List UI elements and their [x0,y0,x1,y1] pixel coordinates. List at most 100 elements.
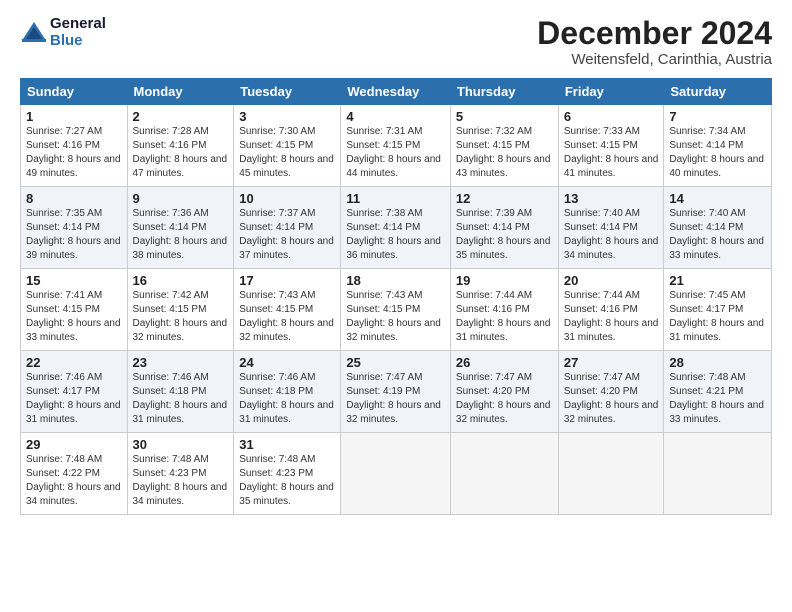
table-row: 19 Sunrise: 7:44 AM Sunset: 4:16 PM Dayl… [450,269,558,351]
day-number: 12 [456,191,553,206]
day-info: Sunrise: 7:45 AM Sunset: 4:17 PM Dayligh… [669,289,766,345]
table-row: 21 Sunrise: 7:45 AM Sunset: 4:17 PM Dayl… [664,269,772,351]
table-row: 9 Sunrise: 7:36 AM Sunset: 4:14 PM Dayli… [127,187,234,269]
day-number: 16 [133,273,229,288]
day-number: 5 [456,109,553,124]
day-info: Sunrise: 7:33 AM Sunset: 4:15 PM Dayligh… [564,125,659,181]
day-info: Sunrise: 7:41 AM Sunset: 4:15 PM Dayligh… [26,289,122,345]
day-info: Sunrise: 7:38 AM Sunset: 4:14 PM Dayligh… [346,207,445,263]
day-info: Sunrise: 7:46 AM Sunset: 4:18 PM Dayligh… [133,371,229,427]
day-info: Sunrise: 7:44 AM Sunset: 4:16 PM Dayligh… [564,289,659,345]
table-row: 11 Sunrise: 7:38 AM Sunset: 4:14 PM Dayl… [341,187,451,269]
table-row: 8 Sunrise: 7:35 AM Sunset: 4:14 PM Dayli… [21,187,128,269]
day-number: 24 [239,355,335,370]
day-number: 28 [669,355,766,370]
day-info: Sunrise: 7:47 AM Sunset: 4:19 PM Dayligh… [346,371,445,427]
table-row: 23 Sunrise: 7:46 AM Sunset: 4:18 PM Dayl… [127,351,234,433]
day-number: 18 [346,273,445,288]
table-row: 2 Sunrise: 7:28 AM Sunset: 4:16 PM Dayli… [127,105,234,187]
day-number: 27 [564,355,659,370]
table-row: 13 Sunrise: 7:40 AM Sunset: 4:14 PM Dayl… [558,187,664,269]
logo-icon [20,19,48,47]
day-info: Sunrise: 7:48 AM Sunset: 4:21 PM Dayligh… [669,371,766,427]
day-info: Sunrise: 7:46 AM Sunset: 4:17 PM Dayligh… [26,371,122,427]
day-info: Sunrise: 7:48 AM Sunset: 4:23 PM Dayligh… [239,453,335,509]
table-row: 10 Sunrise: 7:37 AM Sunset: 4:14 PM Dayl… [234,187,341,269]
day-number: 6 [564,109,659,124]
table-row: 12 Sunrise: 7:39 AM Sunset: 4:14 PM Dayl… [450,187,558,269]
table-row: 6 Sunrise: 7:33 AM Sunset: 4:15 PM Dayli… [558,105,664,187]
table-row [558,433,664,515]
day-number: 14 [669,191,766,206]
col-friday: Friday [558,79,664,105]
table-row: 24 Sunrise: 7:46 AM Sunset: 4:18 PM Dayl… [234,351,341,433]
table-row: 7 Sunrise: 7:34 AM Sunset: 4:14 PM Dayli… [664,105,772,187]
day-number: 13 [564,191,659,206]
table-row: 18 Sunrise: 7:43 AM Sunset: 4:15 PM Dayl… [341,269,451,351]
table-row: 26 Sunrise: 7:47 AM Sunset: 4:20 PM Dayl… [450,351,558,433]
table-row: 22 Sunrise: 7:46 AM Sunset: 4:17 PM Dayl… [21,351,128,433]
table-row: 27 Sunrise: 7:47 AM Sunset: 4:20 PM Dayl… [558,351,664,433]
day-info: Sunrise: 7:37 AM Sunset: 4:14 PM Dayligh… [239,207,335,263]
table-row: 29 Sunrise: 7:48 AM Sunset: 4:22 PM Dayl… [21,433,128,515]
day-number: 10 [239,191,335,206]
location-title: Weitensfeld, Carinthia, Austria [537,51,772,68]
week-row-2: 8 Sunrise: 7:35 AM Sunset: 4:14 PM Dayli… [21,187,772,269]
day-info: Sunrise: 7:34 AM Sunset: 4:14 PM Dayligh… [669,125,766,181]
day-info: Sunrise: 7:36 AM Sunset: 4:14 PM Dayligh… [133,207,229,263]
header-row: Sunday Monday Tuesday Wednesday Thursday… [21,79,772,105]
logo-text: General Blue [50,16,106,49]
day-number: 8 [26,191,122,206]
col-wednesday: Wednesday [341,79,451,105]
table-row: 31 Sunrise: 7:48 AM Sunset: 4:23 PM Dayl… [234,433,341,515]
table-row: 3 Sunrise: 7:30 AM Sunset: 4:15 PM Dayli… [234,105,341,187]
month-title: December 2024 [537,16,772,51]
logo-area: General Blue [20,16,106,49]
day-info: Sunrise: 7:32 AM Sunset: 4:15 PM Dayligh… [456,125,553,181]
day-info: Sunrise: 7:47 AM Sunset: 4:20 PM Dayligh… [456,371,553,427]
day-info: Sunrise: 7:42 AM Sunset: 4:15 PM Dayligh… [133,289,229,345]
day-number: 11 [346,191,445,206]
day-info: Sunrise: 7:31 AM Sunset: 4:15 PM Dayligh… [346,125,445,181]
day-info: Sunrise: 7:40 AM Sunset: 4:14 PM Dayligh… [564,207,659,263]
day-number: 9 [133,191,229,206]
day-info: Sunrise: 7:46 AM Sunset: 4:18 PM Dayligh… [239,371,335,427]
table-row [450,433,558,515]
day-info: Sunrise: 7:39 AM Sunset: 4:14 PM Dayligh… [456,207,553,263]
day-info: Sunrise: 7:48 AM Sunset: 4:23 PM Dayligh… [133,453,229,509]
table-row [341,433,451,515]
day-info: Sunrise: 7:43 AM Sunset: 4:15 PM Dayligh… [346,289,445,345]
week-row-1: 1 Sunrise: 7:27 AM Sunset: 4:16 PM Dayli… [21,105,772,187]
col-sunday: Sunday [21,79,128,105]
day-info: Sunrise: 7:48 AM Sunset: 4:22 PM Dayligh… [26,453,122,509]
week-row-3: 15 Sunrise: 7:41 AM Sunset: 4:15 PM Dayl… [21,269,772,351]
week-row-4: 22 Sunrise: 7:46 AM Sunset: 4:17 PM Dayl… [21,351,772,433]
table-row: 14 Sunrise: 7:40 AM Sunset: 4:14 PM Dayl… [664,187,772,269]
col-saturday: Saturday [664,79,772,105]
day-number: 22 [26,355,122,370]
day-info: Sunrise: 7:44 AM Sunset: 4:16 PM Dayligh… [456,289,553,345]
day-number: 4 [346,109,445,124]
day-info: Sunrise: 7:40 AM Sunset: 4:14 PM Dayligh… [669,207,766,263]
day-info: Sunrise: 7:43 AM Sunset: 4:15 PM Dayligh… [239,289,335,345]
col-tuesday: Tuesday [234,79,341,105]
day-number: 25 [346,355,445,370]
day-info: Sunrise: 7:30 AM Sunset: 4:15 PM Dayligh… [239,125,335,181]
day-number: 17 [239,273,335,288]
day-number: 23 [133,355,229,370]
day-info: Sunrise: 7:35 AM Sunset: 4:14 PM Dayligh… [26,207,122,263]
day-info: Sunrise: 7:27 AM Sunset: 4:16 PM Dayligh… [26,125,122,181]
table-row: 5 Sunrise: 7:32 AM Sunset: 4:15 PM Dayli… [450,105,558,187]
table-row: 15 Sunrise: 7:41 AM Sunset: 4:15 PM Dayl… [21,269,128,351]
day-number: 30 [133,437,229,452]
table-row: 20 Sunrise: 7:44 AM Sunset: 4:16 PM Dayl… [558,269,664,351]
day-number: 1 [26,109,122,124]
day-info: Sunrise: 7:28 AM Sunset: 4:16 PM Dayligh… [133,125,229,181]
day-number: 21 [669,273,766,288]
day-info: Sunrise: 7:47 AM Sunset: 4:20 PM Dayligh… [564,371,659,427]
page: General Blue December 2024 Weitensfeld, … [0,0,792,525]
day-number: 26 [456,355,553,370]
header: General Blue December 2024 Weitensfeld, … [20,16,772,68]
table-row: 25 Sunrise: 7:47 AM Sunset: 4:19 PM Dayl… [341,351,451,433]
day-number: 29 [26,437,122,452]
